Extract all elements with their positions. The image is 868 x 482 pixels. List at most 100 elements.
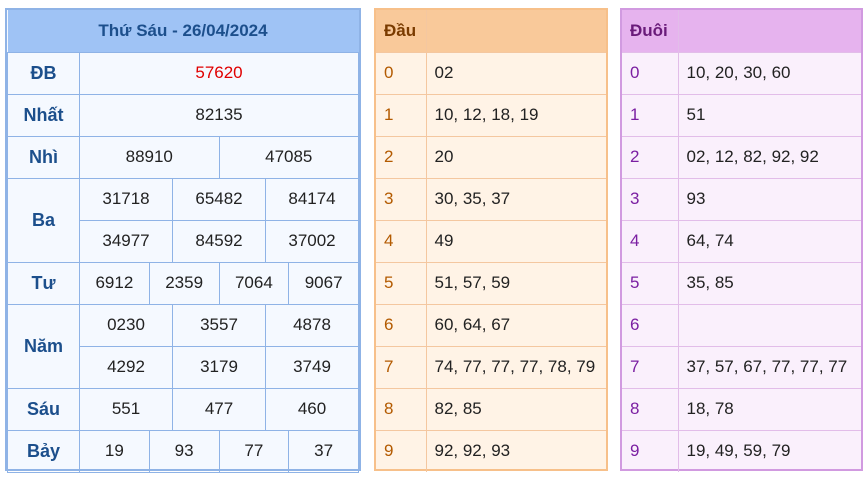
dau-row-value: 74, 77, 77, 77, 78, 79: [426, 345, 606, 388]
duoi-row-value: 10, 20, 30, 60: [678, 51, 861, 94]
duoi-row: 0 10, 20, 30, 60: [622, 51, 861, 94]
dau-row: 8 82, 85: [376, 387, 606, 430]
duoi-row: 7 37, 57, 67, 77, 77, 77: [622, 345, 861, 388]
prize-label-tu: Tư: [7, 261, 80, 305]
duoi-row: 8 18, 78: [622, 387, 861, 430]
dau-row: 2 20: [376, 135, 606, 178]
prize-label-bay: Bảy: [7, 429, 80, 473]
results-header-row: Thứ Sáu - 26/04/2024: [7, 10, 359, 53]
results-title: Thứ Sáu - 26/04/2024: [7, 10, 359, 53]
duoi-row-key: 2: [622, 135, 679, 178]
duoi-row-key: 5: [622, 261, 679, 304]
duoi-row-key: 4: [622, 219, 679, 262]
dau-row-key: 4: [376, 219, 427, 262]
results-table: Thứ Sáu - 26/04/2024 ĐB 57620 Nhất 82135…: [7, 10, 359, 473]
prize-sau-value: 477: [172, 387, 266, 431]
dau-row: 6 60, 64, 67: [376, 303, 606, 346]
duoi-row-key: 0: [622, 51, 679, 94]
dau-row-key: 7: [376, 345, 427, 388]
prize-row-tu: Tư 6912 2359 7064 9067: [7, 261, 359, 305]
duoi-row-value: 18, 78: [678, 387, 861, 430]
dau-table: Đầu 0 02 1 10, 12, 18, 19 2 20 3 30, 35, 37 4 49 5…: [376, 10, 606, 472]
duoi-row-value: 19, 49, 59, 79: [678, 429, 861, 472]
duoi-row-value: 51: [678, 93, 861, 136]
duoi-row-key: 3: [622, 177, 679, 220]
prize-nhi-value: 88910: [79, 135, 220, 179]
prize-row-sau: Sáu 551 477 460: [7, 387, 359, 431]
prize-row-nam: Năm 0230 3557 4878: [7, 303, 359, 389]
duoi-row-value: 37, 57, 67, 77, 77, 77: [678, 345, 861, 388]
dau-row: 4 49: [376, 219, 606, 262]
duoi-row: 3 93: [622, 177, 861, 220]
prize-tu-value: 9067: [288, 261, 359, 305]
dau-row-key: 1: [376, 93, 427, 136]
prize-label-db: ĐB: [7, 51, 80, 95]
dau-row-key: 6: [376, 303, 427, 346]
duoi-row: 2 02, 12, 82, 92, 92: [622, 135, 861, 178]
duoi-row-value: 35, 85: [678, 261, 861, 304]
dau-row-key: 9: [376, 429, 427, 472]
duoi-row-key: 7: [622, 345, 679, 388]
dau-row: 7 74, 77, 77, 77, 78, 79: [376, 345, 606, 388]
prize-nam-value: 3557: [172, 303, 266, 347]
prize-nam-value: 0230: [79, 303, 173, 347]
prize-bay-value: 93: [148, 429, 220, 473]
duoi-row-value: 93: [678, 177, 861, 220]
prize-nam-value: 4292: [79, 345, 173, 389]
dau-row-key: 2: [376, 135, 427, 178]
prize-ba-value: 31718: [79, 177, 173, 221]
prize-label-nam: Năm: [7, 303, 80, 389]
prize-bay-value: 19: [79, 429, 150, 473]
prize-db-value: 57620: [79, 51, 359, 95]
dau-panel: Đầu 0 02 1 10, 12, 18, 19 2 20 3 30, 35, 37 4 49 5…: [374, 8, 608, 472]
duoi-row-key: 1: [622, 93, 679, 136]
duoi-header-blank: [678, 10, 861, 52]
dau-row-key: 5: [376, 261, 427, 304]
prize-tu-value: 6912: [79, 261, 150, 305]
duoi-header-row: Đuôi: [622, 10, 861, 52]
duoi-rows: 0 10, 20, 30, 60 1 51 2 02, 12, 82, 92, 92 3 93…: [622, 51, 861, 472]
prize-tu-value: 2359: [148, 261, 220, 305]
prize-label-nhat: Nhất: [7, 93, 80, 137]
duoi-table: Đuôi 0 10, 20, 30, 60 1 51 2 02, 12, 82, 92, …: [622, 10, 861, 472]
prize-ba-value: 65482: [172, 177, 266, 221]
dau-rows: 0 02 1 10, 12, 18, 19 2 20 3 30, 35, 37 4 49 5 51, …: [376, 51, 606, 472]
dau-row: 5 51, 57, 59: [376, 261, 606, 304]
prize-bay-value: 77: [218, 429, 290, 473]
dau-row-value: 10, 12, 18, 19: [426, 93, 606, 136]
dau-row-value: 20: [426, 135, 606, 178]
prize-ba-value: 84592: [172, 219, 266, 263]
duoi-row-value: [678, 303, 861, 346]
prize-nhi-value: 47085: [218, 135, 359, 179]
prize-row-nhi: Nhì 88910 47085: [7, 135, 359, 179]
duoi-header: Đuôi: [622, 10, 679, 52]
prize-ba-value: 84174: [265, 177, 359, 221]
dau-row: 1 10, 12, 18, 19: [376, 93, 606, 136]
dau-row-value: 49: [426, 219, 606, 262]
dau-row: 0 02: [376, 51, 606, 94]
prize-row-nhat: Nhất 82135: [7, 93, 359, 137]
prize-row-ba: Ba 31718 65482 84174: [7, 177, 359, 263]
prize-ba-value: 34977: [79, 219, 173, 263]
prize-row-db: ĐB 57620: [7, 51, 359, 95]
duoi-row: 1 51: [622, 93, 861, 136]
dau-row-value: 60, 64, 67: [426, 303, 606, 346]
dau-header: Đầu: [376, 10, 427, 52]
duoi-row: 5 35, 85: [622, 261, 861, 304]
duoi-row-key: 6: [622, 303, 679, 346]
prize-bay-value: 37: [288, 429, 359, 473]
dau-row: 3 30, 35, 37: [376, 177, 606, 220]
duoi-row-value: 02, 12, 82, 92, 92: [678, 135, 861, 178]
prize-sau-value: 551: [79, 387, 173, 431]
prize-nam-value: 3179: [172, 345, 266, 389]
duoi-row-value: 64, 74: [678, 219, 861, 262]
prize-ba-value: 37002: [265, 219, 359, 263]
dau-row-value: 82, 85: [426, 387, 606, 430]
prize-nhat-value: 82135: [79, 93, 359, 137]
prize-row-bay: Bảy 19 93 77 37: [7, 429, 359, 473]
prize-label-sau: Sáu: [7, 387, 80, 431]
duoi-row: 4 64, 74: [622, 219, 861, 262]
dau-row: 9 92, 92, 93: [376, 429, 606, 472]
results-panel: Thứ Sáu - 26/04/2024 ĐB 57620 Nhất 82135…: [5, 8, 361, 473]
prize-sau-value: 460: [265, 387, 359, 431]
